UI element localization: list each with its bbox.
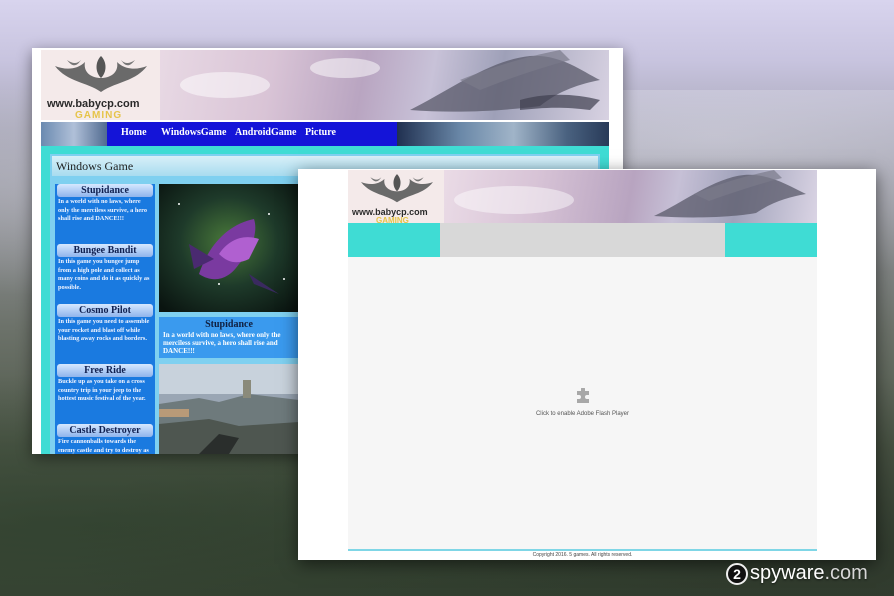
game-card[interactable] xyxy=(159,364,299,454)
flash-enable-text[interactable]: Click to enable Adobe Flash Player xyxy=(348,411,817,417)
game-description: Buckle up as you take on a cross country… xyxy=(58,378,146,402)
footer-divider xyxy=(348,549,817,551)
game-list: Stupidance In a world with no laws, wher… xyxy=(55,184,155,454)
site-logo[interactable]: www.babycp.com GAMING xyxy=(348,170,444,225)
nav-decoration-left xyxy=(41,122,107,146)
game-list-item[interactable]: Castle Destroyer Fire cannonballs toward… xyxy=(55,424,155,454)
logo-gaming-text: GAMING xyxy=(75,110,123,121)
site-header: www.babycp.com GAMING xyxy=(41,50,609,121)
main-navigation: Home WindowsGame AndroidGame Picture xyxy=(41,122,609,146)
watermark-badge: 2 xyxy=(726,563,748,585)
featured-game-card[interactable]: Stupidance In a world with no laws, wher… xyxy=(159,184,299,358)
game-description: In this game you bungee jump from a high… xyxy=(58,258,150,291)
game-thumbnail-image[interactable] xyxy=(159,184,299,312)
header-banner-image xyxy=(160,50,609,120)
game-title[interactable]: Free Ride xyxy=(57,364,153,377)
front-browser-window: www.babycp.com GAMING Click to enable Ad… xyxy=(298,169,876,560)
copyright-footer: Copyright 2016. 5 games. All rights rese… xyxy=(532,552,633,558)
game-list-item[interactable]: Bungee Bandit In this game you bungee ju… xyxy=(55,244,155,293)
dragon-illustration xyxy=(454,170,806,218)
game-list-item[interactable]: Cosmo Pilot In this game you need to ass… xyxy=(55,304,155,345)
watermark-suffix: .com xyxy=(824,562,868,584)
plugin-puzzle-icon[interactable] xyxy=(575,388,591,404)
logo-url-text: www.babycp.com xyxy=(47,98,140,110)
site-header: www.babycp.com GAMING xyxy=(348,170,817,225)
game-title[interactable]: Bungee Bandit xyxy=(57,244,153,257)
dragon-illustration xyxy=(410,50,600,112)
game-thumbnail-image[interactable] xyxy=(159,364,299,454)
game-description: In a world with no laws, where only the … xyxy=(58,198,147,222)
game-description: In this game you need to assemble your r… xyxy=(58,318,150,342)
flash-player-prompt[interactable]: Click to enable Adobe Flash Player xyxy=(348,388,817,417)
nav-picture[interactable]: Picture xyxy=(305,127,336,138)
featured-game-title[interactable]: Stupidance xyxy=(159,317,299,330)
nav-decoration-right xyxy=(397,122,609,146)
watermark-brand-name: spyware xyxy=(750,562,825,584)
nav-android-game[interactable]: AndroidGame xyxy=(235,127,297,138)
game-title[interactable]: Stupidance xyxy=(57,184,153,197)
navigation-placeholder xyxy=(440,223,725,257)
game-title[interactable]: Cosmo Pilot xyxy=(57,304,153,317)
watermark-brand: spyware.com xyxy=(750,562,868,585)
site-logo[interactable]: www.babycp.com GAMING xyxy=(41,50,160,121)
featured-game-description: In a world with no laws, where only the … xyxy=(159,330,299,358)
game-description: Fire cannonballs towards the enemy castl… xyxy=(58,438,149,454)
game-title[interactable]: Castle Destroyer xyxy=(57,424,153,437)
nav-windows-game[interactable]: WindowsGame xyxy=(161,127,226,138)
header-banner-image xyxy=(444,170,817,223)
tribal-wings-icon xyxy=(361,174,433,203)
game-list-item[interactable]: Free Ride Buckle up as you take on a cro… xyxy=(55,364,155,405)
flash-content-area[interactable]: Click to enable Adobe Flash Player xyxy=(348,257,817,549)
game-list-item[interactable]: Stupidance In a world with no laws, wher… xyxy=(55,184,155,225)
navigation-bar xyxy=(348,223,817,257)
nav-home[interactable]: Home xyxy=(121,127,147,138)
tribal-wings-icon xyxy=(55,56,147,92)
